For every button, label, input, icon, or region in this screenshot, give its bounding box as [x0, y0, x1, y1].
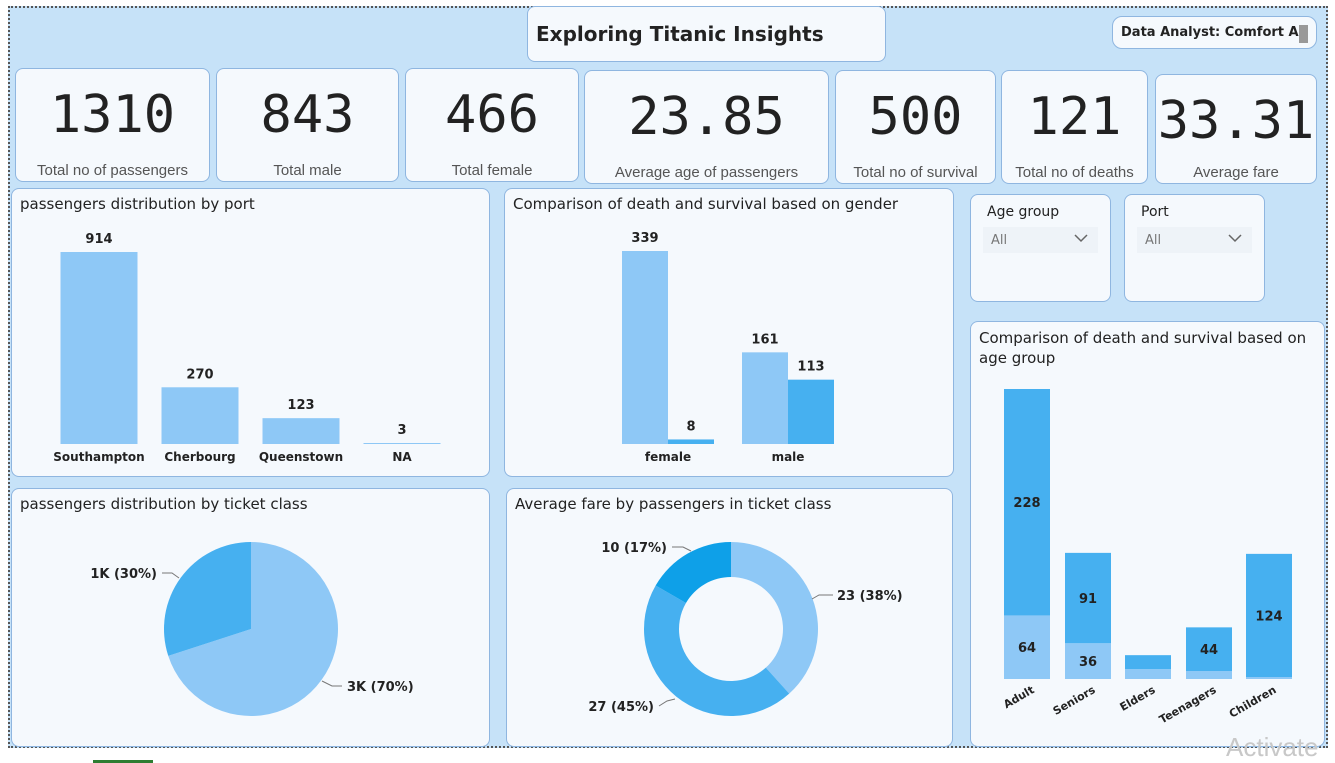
- kpi-label: Average age of passengers: [614, 164, 799, 181]
- tick-label: Adult: [1001, 683, 1036, 711]
- data-label: 3K (70%): [347, 680, 414, 695]
- data-label: 124: [1255, 609, 1282, 624]
- bar: [622, 251, 668, 444]
- donut-slice: [731, 542, 818, 694]
- donut-slice: [644, 585, 790, 716]
- data-label: 270: [186, 367, 213, 382]
- kpi-value: 33.31: [1157, 91, 1315, 151]
- data-label: 23 (38%): [837, 589, 903, 604]
- kpi-total-deaths: 121 Total no of deaths: [1001, 70, 1148, 184]
- kpi-total-male: 843 Total male: [216, 68, 399, 182]
- data-label: 27 (45%): [588, 700, 654, 715]
- tick-label: Teenagers: [1157, 683, 1219, 726]
- chart-card-age-group: Comparison of death and survival based o…: [970, 321, 1325, 747]
- kpi-value: 500: [868, 87, 963, 147]
- kpi-label: Total no of deaths: [1015, 164, 1134, 181]
- chart-age-group[interactable]: 64 228 Adult 36 91 Seniors Elders 44 Teenagers 12…: [971, 322, 1324, 746]
- slicer-age-group[interactable]: Age group All: [970, 194, 1111, 302]
- chevron-down-icon: [1074, 231, 1088, 248]
- slicer-label: Port: [1141, 204, 1169, 220]
- data-label: 228: [1013, 496, 1040, 511]
- data-label: 36: [1079, 655, 1097, 670]
- bar: [363, 443, 441, 444]
- age-group-dropdown[interactable]: All: [983, 227, 1098, 253]
- page-title: Exploring Titanic Insights: [536, 22, 824, 46]
- data-label: 64: [1018, 641, 1036, 656]
- data-label: 914: [85, 232, 112, 247]
- bar: [161, 387, 239, 444]
- tick-label: male: [772, 450, 805, 464]
- analyst-card[interactable]: Data Analyst: Comfort A: [1112, 16, 1317, 49]
- leader-line: [321, 680, 342, 687]
- leader-line: [811, 594, 833, 600]
- bar-segment: [1125, 669, 1171, 679]
- tick-label: NA: [392, 450, 412, 464]
- kpi-total-survival: 500 Total no of survival: [835, 70, 996, 184]
- bar: [60, 252, 138, 444]
- chart-ticket-class[interactable]: 1K (30%) 3K (70%): [12, 489, 489, 746]
- chart-gender[interactable]: 339 8 female 161 113 male: [505, 189, 953, 476]
- activate-watermark: Activate: [1226, 732, 1319, 762]
- chart-card-port: passengers distribution by port 914 South…: [11, 188, 490, 477]
- kpi-average-age: 23.85 Average age of passengers: [584, 70, 829, 184]
- bar-segment: [1246, 677, 1292, 679]
- tick-label: Southampton: [53, 450, 144, 464]
- bar-segment: [1186, 671, 1232, 679]
- tick-label: Elders: [1118, 683, 1158, 714]
- data-label: 1K (30%): [90, 567, 157, 582]
- tick-label: Queenstown: [259, 450, 343, 464]
- tick-label: female: [645, 450, 691, 464]
- data-label: 161: [751, 332, 778, 347]
- tick-label: Seniors: [1051, 683, 1098, 718]
- leader-line: [672, 546, 692, 552]
- data-label: 113: [797, 360, 824, 375]
- port-dropdown[interactable]: All: [1137, 227, 1252, 253]
- data-label: 123: [287, 398, 314, 413]
- kpi-label: Average fare: [1193, 164, 1279, 181]
- kpi-label: Total no of survival: [853, 164, 978, 181]
- tick-label: Children: [1227, 683, 1279, 720]
- bar-segment: [1125, 655, 1171, 670]
- kpi-average-fare: 33.31 Average fare: [1155, 74, 1317, 184]
- chevron-down-icon: [1228, 231, 1242, 248]
- kpi-label: Total male: [273, 162, 342, 179]
- slicer-value: All: [1145, 233, 1162, 248]
- kpi-value: 23.85: [628, 87, 785, 147]
- kpi-total-female: 466 Total female: [405, 68, 579, 182]
- kpi-value: 121: [1027, 87, 1122, 147]
- chart-port[interactable]: 914 Southampton 270 Cherbourg 123 Queenstown 3…: [12, 189, 489, 476]
- kpi-value: 843: [260, 85, 355, 145]
- leader-line: [658, 698, 676, 707]
- title-card: Exploring Titanic Insights: [527, 6, 886, 62]
- scrollbar[interactable]: [1299, 25, 1308, 43]
- tick-label: Cherbourg: [164, 450, 235, 464]
- chart-card-average-fare: Average fare by passengers in ticket cla…: [506, 488, 953, 747]
- kpi-value: 1310: [49, 85, 176, 145]
- leader-line: [162, 572, 180, 579]
- data-label: 3: [397, 423, 406, 438]
- slicer-port[interactable]: Port All: [1124, 194, 1265, 302]
- kpi-label: Total no of passengers: [37, 162, 188, 179]
- bar: [668, 439, 714, 444]
- data-label: 91: [1079, 592, 1097, 607]
- slicer-label: Age group: [987, 204, 1060, 220]
- slicer-value: All: [991, 233, 1008, 248]
- bar: [788, 379, 834, 444]
- kpi-total-passengers: 1310 Total no of passengers: [15, 68, 210, 182]
- chart-average-fare[interactable]: 23 (38%) 27 (45%) 10 (17%): [507, 489, 952, 746]
- kpi-label: Total female: [451, 162, 533, 179]
- analyst-name: Data Analyst: Comfort A: [1121, 25, 1299, 40]
- data-label: 8: [686, 419, 695, 434]
- chart-card-gender: Comparison of death and survival based o…: [504, 188, 954, 477]
- data-label: 44: [1200, 643, 1218, 658]
- data-label: 339: [631, 231, 658, 246]
- bar: [262, 418, 340, 444]
- chart-card-ticket-class: passengers distribution by ticket class …: [11, 488, 490, 747]
- data-label: 10 (17%): [601, 541, 667, 556]
- bar: [742, 352, 788, 444]
- kpi-value: 466: [445, 85, 539, 145]
